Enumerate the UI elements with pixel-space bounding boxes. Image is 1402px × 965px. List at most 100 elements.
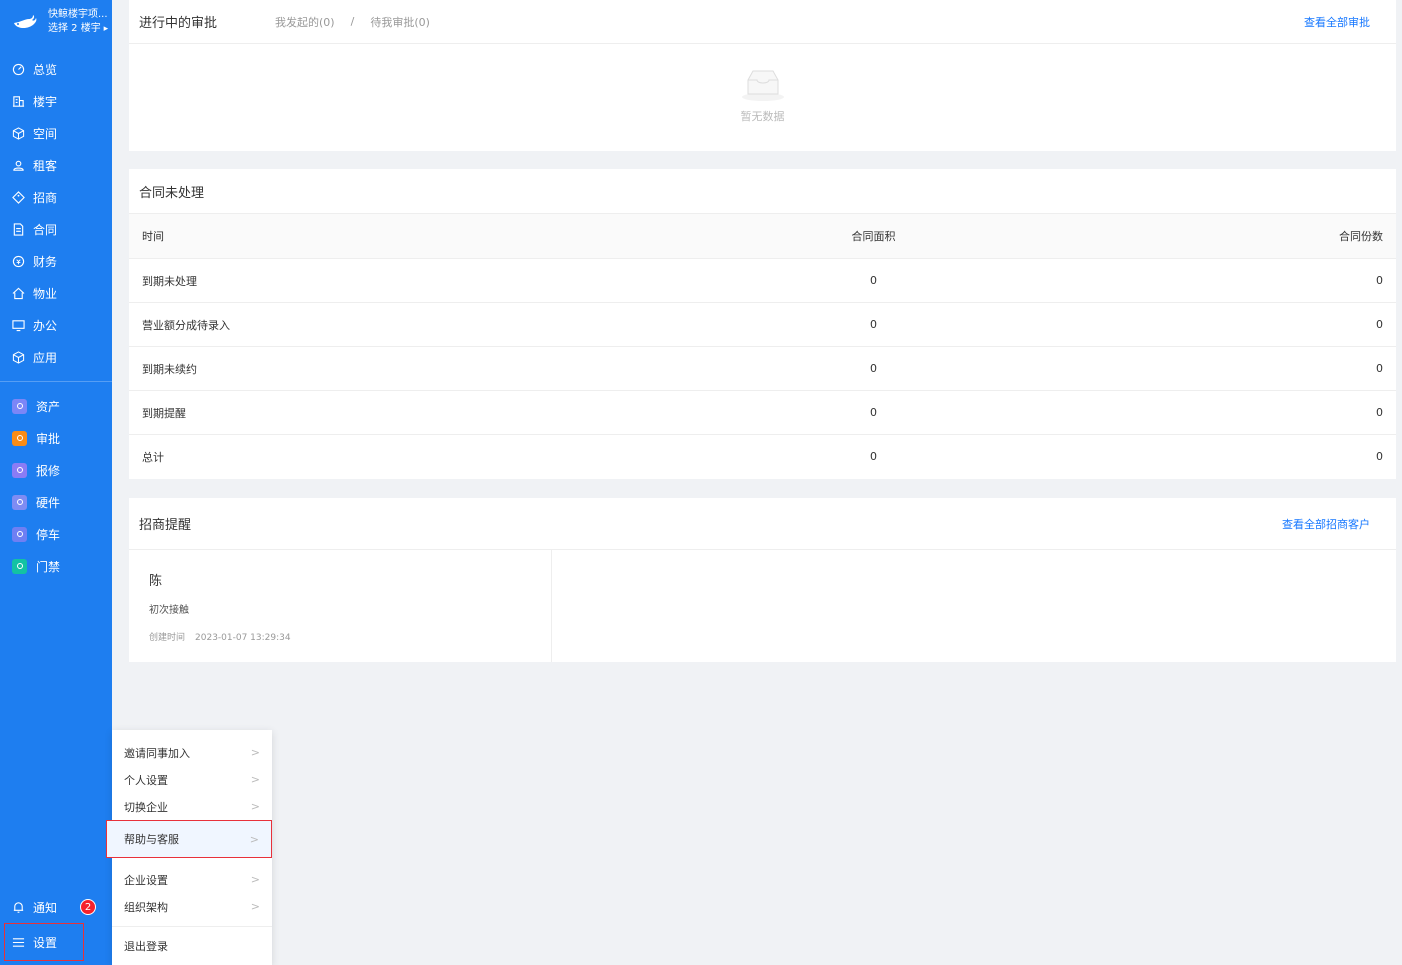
logout-button[interactable]: 退出登录 [112, 932, 272, 959]
sidebar-item-home[interactable]: 物业 [0, 277, 112, 309]
menu-item-label: 组织架构 [124, 900, 168, 914]
app-item[interactable]: 报修 [0, 454, 112, 486]
brand-name: 快鲸楼宇项... [48, 9, 108, 20]
sidebar-item-app-cube[interactable]: 应用 [0, 341, 112, 373]
menu-item-invite[interactable]: 邀请同事加入 > [112, 739, 272, 766]
building-selector[interactable]: 选择 2 楼宇 [48, 22, 108, 36]
sidebar-item-cube[interactable]: 空间 [0, 117, 112, 149]
lead-status: 初次接触 [149, 605, 189, 616]
contracts-title: 合同未处理 [139, 185, 205, 201]
whale-logo-icon [14, 15, 37, 29]
sidebar-item-label: 合同 [33, 222, 58, 237]
menu-item-personal-settings[interactable]: 个人设置 > [112, 766, 272, 793]
dashboard-icon [12, 63, 25, 75]
sidebar-item-label: 物业 [33, 286, 58, 301]
sidebar-item-label: 租客 [33, 158, 58, 173]
view-all-approvals-link[interactable]: 查看全部审批 [1304, 14, 1370, 30]
table-row: 到期未续约 0 0 [129, 346, 1396, 391]
sidebar: 快鲸楼宇项... 选择 2 楼宇 总览楼宇空间租客招商合同财务物业办公应用 资产… [0, 0, 112, 965]
menu-gap [112, 858, 272, 866]
empty-inbox-icon [741, 70, 784, 101]
coin-icon [12, 255, 25, 267]
approval-title: 进行中的审批 [139, 16, 218, 31]
app-item[interactable]: 门禁 [0, 550, 112, 582]
empty-label: 暂无数据 [740, 110, 785, 123]
menu-item-help-support[interactable]: 帮助与客服 > [106, 820, 272, 858]
chevron-right-icon: > [250, 746, 260, 759]
app-item-label: 门禁 [36, 559, 61, 574]
table-row: 到期提醒 0 0 [129, 390, 1396, 435]
row-count: 0 [1118, 390, 1396, 435]
column-header-count: 合同份数 [1118, 213, 1396, 259]
sidebar-item-dashboard[interactable]: 总览 [0, 53, 112, 85]
sidebar-divider [0, 381, 112, 382]
chevron-right-icon: > [250, 773, 260, 786]
sidebar-item-label: 办公 [33, 318, 58, 333]
menu-item-company-settings[interactable]: 企业设置 > [112, 866, 272, 893]
sidebar-item-tenant[interactable]: 租客 [0, 149, 112, 181]
lead-card[interactable]: 陈 初次接触 创建时间 2023-01-07 13:29:34 [129, 550, 552, 662]
sidebar-item-document[interactable]: 合同 [0, 213, 112, 245]
chevron-right-icon: > [250, 900, 260, 913]
settings-menu: 邀请同事加入 > 个人设置 > 切换企业 > 帮助与客服 > 企业设置 > 组织架构 > 退… [106, 730, 272, 965]
sidebar-item-label: 楼宇 [33, 94, 58, 109]
row-area: 0 [629, 390, 1118, 435]
menu-item-label: 邀请同事加入 [124, 746, 190, 760]
home-icon [12, 287, 25, 299]
view-all-leasing-link[interactable]: 查看全部招商客户 [1282, 516, 1370, 532]
bell-icon [13, 901, 24, 913]
notifications-item[interactable]: 通知 2 [0, 891, 112, 923]
menu-divider [112, 926, 272, 927]
app-icon [12, 526, 27, 542]
settings-item[interactable]: 设置 [4, 923, 84, 961]
app-icon [12, 462, 27, 478]
app-item[interactable]: 停车 [0, 518, 112, 550]
contracts-panel: 合同未处理 时间 合同面积 合同份数 到期未处理 0 0 营业额分成待录入 0 0 到期未续… [129, 169, 1396, 479]
app-item-label: 硬件 [36, 495, 61, 510]
tab-pending[interactable]: 待我审批(0) [370, 14, 430, 30]
contracts-table: 时间 合同面积 合同份数 到期未处理 0 0 营业额分成待录入 0 0 到期未续约 0 0 到期提… [129, 213, 1396, 479]
building-icon [12, 95, 25, 107]
chevron-right-icon: > [249, 832, 259, 846]
app-item-label: 停车 [36, 527, 61, 542]
app-item[interactable]: 硬件 [0, 486, 112, 518]
row-label: 到期未处理 [129, 258, 629, 303]
monitor-icon [12, 319, 25, 331]
created-time-label: 创建时间 [149, 633, 186, 643]
app-item[interactable]: 资产 [0, 390, 112, 422]
menu-item-label: 切换企业 [124, 800, 168, 814]
sidebar-item-building[interactable]: 楼宇 [0, 85, 112, 117]
tenant-icon [13, 160, 24, 171]
row-count: 0 [1118, 434, 1396, 479]
created-time-value: 2023-01-07 13:29:34 [195, 633, 291, 643]
logout-label: 退出登录 [124, 939, 168, 953]
row-label: 总计 [129, 434, 629, 479]
app-item-label: 报修 [36, 463, 61, 478]
sidebar-item-monitor[interactable]: 办公 [0, 309, 112, 341]
table-row: 营业额分成待录入 0 0 [129, 302, 1396, 347]
table-row: 总计 0 0 [129, 434, 1396, 479]
app-item[interactable]: 审批 [0, 422, 112, 454]
approval-panel: 进行中的审批 我发起的(0) / 待我审批(0) 查看全部审批 暂无数据 [129, 0, 1396, 151]
menu-item-org-structure[interactable]: 组织架构 > [112, 893, 272, 920]
tag-icon [12, 190, 25, 204]
empty-state: 暂无数据 [129, 44, 1396, 124]
chevron-right-icon: > [250, 800, 260, 813]
menu-item-label: 个人设置 [124, 773, 168, 787]
lead-created-time: 创建时间 2023-01-07 13:29:34 [149, 630, 551, 643]
tab-initiated[interactable]: 我发起的(0) [275, 14, 335, 30]
brand-switcher[interactable]: 快鲸楼宇项... 选择 2 楼宇 [0, 0, 112, 44]
table-header-row: 时间 合同面积 合同份数 [129, 213, 1396, 259]
column-header-area: 合同面积 [629, 213, 1118, 259]
notifications-label: 通知 [33, 900, 58, 915]
app-icon [12, 398, 27, 414]
menu-item-switch-company[interactable]: 切换企业 > [112, 793, 272, 820]
row-label: 到期未续约 [129, 346, 629, 391]
row-count: 0 [1118, 258, 1396, 303]
app-icon [12, 430, 27, 446]
sidebar-item-tag[interactable]: 招商 [0, 181, 112, 213]
sidebar-item-label: 总览 [33, 62, 58, 77]
settings-label: 设置 [33, 935, 58, 950]
row-label: 到期提醒 [129, 390, 629, 435]
sidebar-item-coin[interactable]: 财务 [0, 245, 112, 277]
